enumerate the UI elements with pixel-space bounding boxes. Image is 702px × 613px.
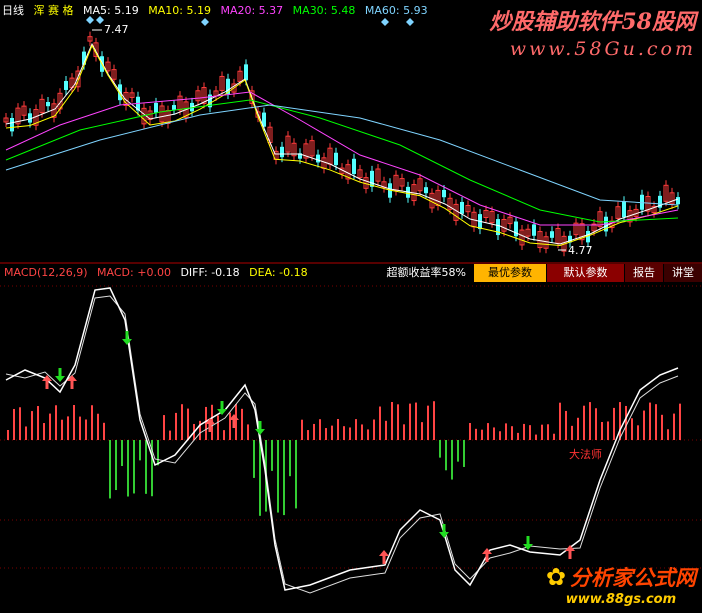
watermark-url: www.58Gu.com bbox=[509, 38, 696, 60]
diff-readout: DIFF: -0.18 bbox=[180, 266, 240, 279]
candle-body bbox=[424, 187, 428, 194]
candle-body bbox=[334, 152, 338, 166]
candle-body bbox=[244, 64, 248, 81]
period-label[interactable]: 日线 bbox=[2, 4, 24, 17]
high-price-marker: 7.47 bbox=[104, 23, 129, 36]
report-button[interactable]: 报告 bbox=[624, 264, 663, 282]
candle-body bbox=[370, 170, 374, 187]
candle-body bbox=[154, 102, 158, 113]
dafashi-annotation: 大法师 bbox=[569, 448, 602, 461]
candle-body bbox=[676, 197, 680, 205]
ma10-line bbox=[5, 44, 679, 246]
candle-body bbox=[64, 81, 68, 90]
ma20-readout: MA20: 5.37 bbox=[220, 4, 284, 17]
signal-diamond-icon bbox=[86, 16, 94, 24]
ma-legend: 日线 浑 赛 格 MA5: 5.19 MA10: 5.19 MA20: 5.37… bbox=[2, 2, 434, 17]
ma30-readout: MA30: 5.48 bbox=[292, 4, 356, 17]
candle-body bbox=[532, 224, 536, 236]
indicator-toolbar: 超额收益率58% 最优参数 默认参数 报告 讲堂 bbox=[378, 264, 702, 282]
stock-name: 浑 赛 格 bbox=[33, 4, 74, 17]
macd-legend: MACD(12,26,9) MACD: +0.00 DIFF: -0.18 DE… bbox=[4, 266, 314, 279]
sell-arrow-icon bbox=[55, 368, 65, 382]
ma60-line bbox=[5, 104, 679, 206]
signal-diamond-icon bbox=[96, 16, 104, 24]
dea-line bbox=[5, 295, 679, 594]
candle-body bbox=[550, 231, 554, 238]
low-price-marker: 4.77 bbox=[568, 244, 593, 257]
lecture-button[interactable]: 讲堂 bbox=[663, 264, 702, 282]
watermark-58gu: 炒股辅助软件58股网 www.58Gu.com bbox=[489, 4, 696, 60]
ma5-readout: MA5: 5.19 bbox=[83, 4, 139, 17]
candle-body bbox=[316, 154, 320, 163]
signal-diamond-icon bbox=[381, 18, 389, 26]
candle-body bbox=[280, 146, 284, 158]
candle-body bbox=[352, 158, 356, 174]
candle-body bbox=[442, 189, 446, 198]
buy-arrow-icon bbox=[379, 550, 389, 564]
sell-arrow-icon bbox=[439, 524, 449, 538]
macd-panel[interactable] bbox=[5, 287, 681, 594]
dea-readout: DEA: -0.18 bbox=[249, 266, 308, 279]
flower-logo-icon: ✿ bbox=[545, 563, 566, 591]
ma20-line bbox=[5, 91, 679, 226]
watermark-88gs: ✿ 分析家公式网 www.88gs.com bbox=[546, 562, 696, 607]
watermark-title: 炒股辅助软件58股网 bbox=[489, 9, 696, 35]
candle-body bbox=[10, 118, 14, 132]
watermark-title-2: 分析家公式网 bbox=[570, 566, 696, 590]
signal-diamond-icon bbox=[406, 18, 414, 26]
ma30-line bbox=[5, 99, 679, 223]
best-params-button[interactable]: 最优参数 bbox=[474, 264, 546, 282]
candle-body bbox=[460, 201, 464, 214]
stock-chart-canvas[interactable] bbox=[0, 0, 702, 613]
sell-arrow-icon bbox=[217, 401, 227, 415]
ma10-readout: MA10: 5.19 bbox=[148, 4, 211, 17]
sell-arrow-icon bbox=[122, 331, 132, 345]
default-params-button[interactable]: 默认参数 bbox=[546, 264, 624, 282]
macd-title: MACD(12,26,9) bbox=[4, 266, 88, 279]
ma60-readout: MA60: 5.93 bbox=[364, 4, 428, 17]
buy-arrow-icon bbox=[565, 545, 575, 559]
candle-body bbox=[172, 105, 176, 110]
signal-diamond-icon bbox=[201, 18, 209, 26]
candle-body bbox=[622, 201, 626, 218]
excess-return-label: 超额收益率58% bbox=[378, 264, 474, 282]
macd-readout: MACD: +0.00 bbox=[97, 266, 171, 279]
candle-body bbox=[46, 101, 50, 107]
watermark-url-2: www.88gs.com bbox=[565, 592, 677, 607]
